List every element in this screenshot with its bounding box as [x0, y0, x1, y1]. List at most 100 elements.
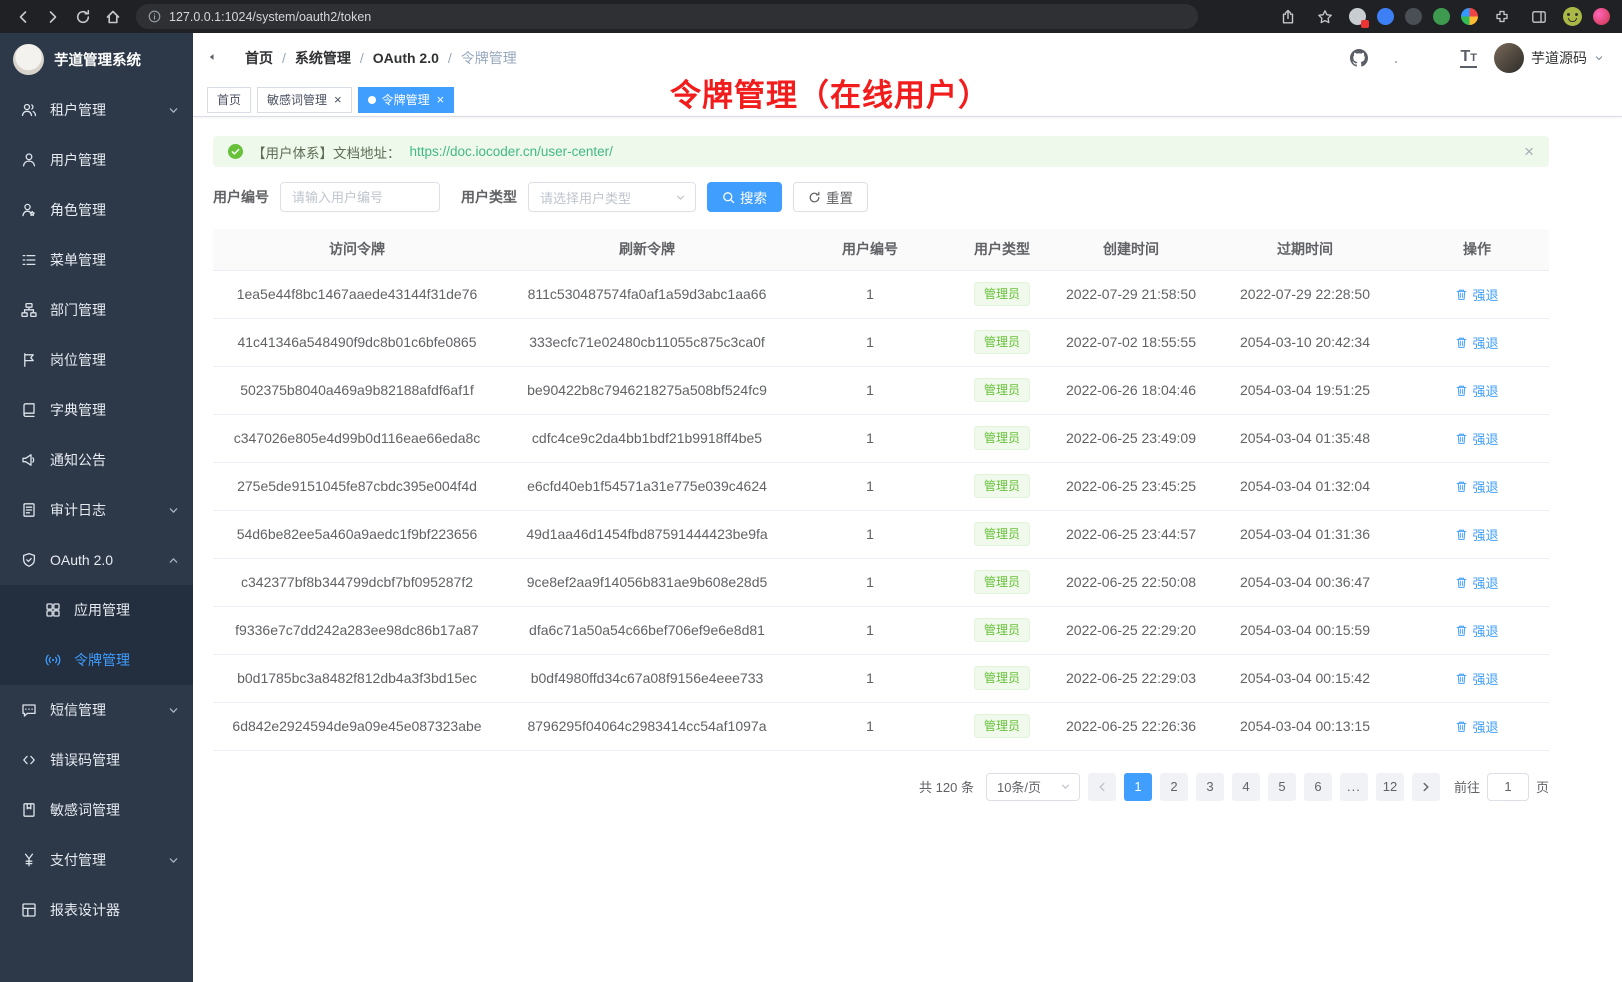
- emoji-avatar-icon[interactable]: [1563, 7, 1582, 26]
- home-icon[interactable]: [100, 4, 126, 30]
- help-icon[interactable]: [1386, 48, 1406, 68]
- page-button-1[interactable]: 1: [1124, 773, 1152, 801]
- app-logo[interactable]: 芋道管理系统: [0, 33, 193, 85]
- doc-link[interactable]: https://doc.iocoder.cn/user-center/: [410, 144, 613, 159]
- chevron-down-icon: [168, 505, 179, 516]
- breadcrumb-item[interactable]: 首页: [245, 48, 273, 68]
- extension-icon-4[interactable]: [1433, 8, 1450, 25]
- sidebar-item-app[interactable]: 应用管理: [0, 585, 193, 635]
- tab-close-icon[interactable]: ×: [437, 93, 445, 106]
- sidebar-item-dept[interactable]: 部门管理: [0, 285, 193, 335]
- sidebar-item-sensitive[interactable]: 敏感词管理: [0, 785, 193, 835]
- cell-action: 强退: [1405, 270, 1549, 318]
- sidebar-item-menu[interactable]: 菜单管理: [0, 235, 193, 285]
- chevron-down-icon: [168, 105, 179, 116]
- view-tab[interactable]: 首页: [207, 87, 251, 113]
- page-ellipsis[interactable]: ...: [1340, 773, 1368, 801]
- sidebar-item-notice[interactable]: 通知公告: [0, 435, 193, 485]
- sidebar-item-pay[interactable]: 支付管理: [0, 835, 193, 885]
- font-size-icon[interactable]: TT: [1460, 49, 1477, 68]
- cell-create-time: 2022-06-25 23:44:57: [1057, 510, 1205, 558]
- chevron-down-icon: [168, 855, 179, 866]
- extension-icon-5[interactable]: [1461, 8, 1478, 25]
- bookmark-star-icon[interactable]: [1312, 4, 1338, 30]
- force-logout-button[interactable]: 强退: [1455, 717, 1498, 736]
- cell-action: 强退: [1405, 414, 1549, 462]
- table-row: f9336e7c7dd242a283ee98dc86b17a87dfa6c71a…: [213, 606, 1549, 654]
- side-panel-icon[interactable]: [1526, 4, 1552, 30]
- search-icon: [722, 191, 735, 204]
- search-icon[interactable]: [1312, 48, 1332, 68]
- reset-button[interactable]: 重置: [793, 182, 868, 212]
- sidebar-item-user[interactable]: 用户管理: [0, 135, 193, 185]
- column-header: 用户类型: [947, 229, 1057, 270]
- sidebar-item-dict[interactable]: 字典管理: [0, 385, 193, 435]
- tab-close-icon[interactable]: ×: [334, 93, 342, 106]
- prev-page-button[interactable]: [1088, 773, 1116, 801]
- force-logout-button[interactable]: 强退: [1455, 669, 1498, 688]
- sidebar-item-token[interactable]: 令牌管理: [0, 635, 193, 685]
- forward-icon[interactable]: [40, 4, 66, 30]
- view-tab[interactable]: 令牌管理×: [358, 87, 455, 113]
- fullscreen-icon[interactable]: [1423, 48, 1443, 68]
- page-button-3[interactable]: 3: [1196, 773, 1224, 801]
- extension-icon-2[interactable]: [1377, 8, 1394, 25]
- navbar-right: TT 芋道源码: [1312, 43, 1604, 73]
- breadcrumb-item[interactable]: OAuth 2.0: [373, 50, 439, 66]
- cell-create-time: 2022-06-25 22:50:08: [1057, 558, 1205, 606]
- search-button[interactable]: 搜索: [707, 182, 782, 212]
- sidebar-item-audit[interactable]: 审计日志: [0, 485, 193, 535]
- sidebar-fold-icon[interactable]: [207, 47, 229, 69]
- cell-user-type: 管理员: [947, 366, 1057, 414]
- github-icon[interactable]: [1349, 48, 1369, 68]
- user-type-select[interactable]: 请选择用户类型: [528, 182, 696, 212]
- url-text: 127.0.0.1:1024/system/oauth2/token: [169, 10, 371, 24]
- profile-avatar-icon[interactable]: [1593, 8, 1610, 25]
- cell-access-token: 54d6be82ee5a460a9aedc1f9bf223656: [213, 510, 501, 558]
- sidebar-item-role[interactable]: 角色管理: [0, 185, 193, 235]
- force-logout-button[interactable]: 强退: [1455, 525, 1498, 544]
- extension-icon-3[interactable]: [1405, 8, 1422, 25]
- force-logout-button[interactable]: 强退: [1455, 573, 1498, 592]
- chevron-down-icon: [1594, 53, 1604, 63]
- sidebar-item-report[interactable]: 报表设计器: [0, 885, 193, 935]
- page-button-6[interactable]: 6: [1304, 773, 1332, 801]
- tab-label: 首页: [217, 91, 241, 108]
- force-logout-button[interactable]: 强退: [1455, 429, 1498, 448]
- extensions-puzzle-icon[interactable]: [1489, 4, 1515, 30]
- extension-icon-1[interactable]: [1349, 8, 1366, 25]
- page-button-4[interactable]: 4: [1232, 773, 1260, 801]
- sidebar-item-oauth[interactable]: OAuth 2.0: [0, 535, 193, 585]
- sidebar-item-errcode[interactable]: 错误码管理: [0, 735, 193, 785]
- alert-close-icon[interactable]: ×: [1524, 143, 1534, 160]
- force-logout-button[interactable]: 强退: [1455, 333, 1498, 352]
- logo-image: [13, 44, 44, 75]
- page-button-2[interactable]: 2: [1160, 773, 1188, 801]
- view-tab[interactable]: 敏感词管理×: [257, 87, 352, 113]
- sidebar-item-post[interactable]: 岗位管理: [0, 335, 193, 385]
- page-size-select[interactable]: 10条/页: [986, 773, 1080, 801]
- url-bar[interactable]: 127.0.0.1:1024/system/oauth2/token: [136, 4, 1198, 29]
- page-button-5[interactable]: 5: [1268, 773, 1296, 801]
- force-logout-button[interactable]: 强退: [1455, 621, 1498, 640]
- user-id-input[interactable]: [280, 182, 440, 212]
- sidebar-item-label: 令牌管理: [74, 650, 130, 670]
- cell-access-token: 275e5de9151045fe87cbdc395e004f4d: [213, 462, 501, 510]
- page-button-12[interactable]: 12: [1376, 773, 1404, 801]
- next-page-button[interactable]: [1412, 773, 1440, 801]
- cell-user-type: 管理员: [947, 318, 1057, 366]
- reload-icon[interactable]: [70, 4, 96, 30]
- breadcrumb-item[interactable]: 系统管理: [295, 48, 351, 68]
- share-icon[interactable]: [1275, 4, 1301, 30]
- cell-expire-time: 2054-03-04 00:15:42: [1205, 654, 1405, 702]
- back-icon[interactable]: [10, 4, 36, 30]
- sidebar-item-label: 角色管理: [50, 200, 106, 220]
- sidebar-item-tenant[interactable]: 租户管理: [0, 85, 193, 135]
- user-menu[interactable]: 芋道源码: [1494, 43, 1604, 73]
- force-logout-button[interactable]: 强退: [1455, 285, 1498, 304]
- force-logout-button[interactable]: 强退: [1455, 477, 1498, 496]
- sidebar-item-sms[interactable]: 短信管理: [0, 685, 193, 735]
- delete-icon: [1455, 432, 1468, 445]
- goto-page-input[interactable]: [1487, 773, 1529, 801]
- force-logout-button[interactable]: 强退: [1455, 381, 1498, 400]
